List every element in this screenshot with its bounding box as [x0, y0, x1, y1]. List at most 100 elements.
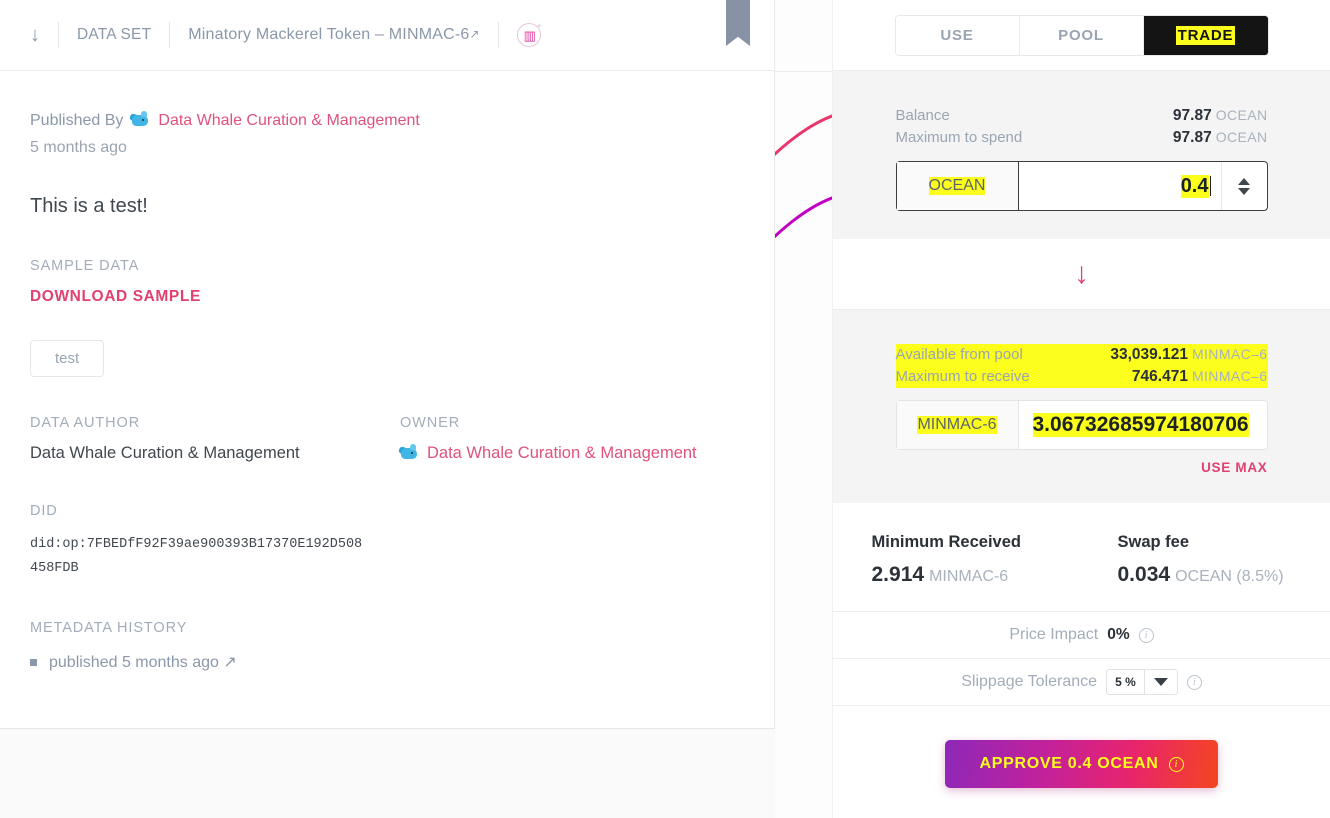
receive-inner: Available from pool 33,039.121 MINMAC–6 M…	[895, 344, 1268, 475]
max-spend-unit: OCEAN	[1215, 129, 1268, 145]
metadata-history-text: published 5 months ago ↗	[49, 654, 237, 672]
trade-tabs-wrap: USE POOL TRADE	[833, 0, 1330, 71]
stat-swap-fee-value: 0.034	[1117, 563, 1171, 586]
metadata-history-label: METADATA HISTORY	[30, 620, 188, 637]
available-from-pool-row: Available from pool 33,039.121 MINMAC–6	[895, 344, 1268, 366]
stat-minimum-received-value-group: 2.914 MINMAC-6	[872, 563, 1118, 587]
max-spend-value: 97.87	[1172, 129, 1212, 146]
max-spend-label: Maximum to spend	[895, 129, 1023, 146]
stat-swap-fee-unit: OCEAN (8.5%)	[1175, 568, 1284, 585]
receive-block: Available from pool 33,039.121 MINMAC–6 M…	[833, 310, 1330, 503]
balance-value: 97.87	[1172, 107, 1212, 124]
max-receive-unit: MINMAC–6	[1191, 368, 1268, 384]
price-impact-info-icon[interactable]: i	[1138, 627, 1154, 643]
metadata-history-item[interactable]: published 5 months ago ↗	[30, 652, 744, 672]
owner-col: OWNER Data Whale Curation & Management	[398, 415, 744, 463]
arrow-down-swap-icon[interactable]: ↓	[1074, 259, 1089, 289]
trade-tabs: USE POOL TRADE	[894, 14, 1269, 56]
breadcrumb-asset-name[interactable]: Minatory Mackerel Token – MINMAC-6↗	[170, 26, 498, 44]
decorative-waves	[775, 0, 833, 818]
published-by-row: Published By Data Whale Curation & Manag…	[30, 111, 744, 130]
price-impact-row: Price Impact 0% i	[833, 611, 1330, 658]
owner-label: OWNER	[400, 415, 461, 431]
published-by-label: Published By	[30, 111, 124, 129]
max-receive-row: Maximum to receive 746.471 MINMAC–6	[895, 366, 1268, 388]
stat-minimum-received: Minimum Received 2.914 MINMAC-6	[872, 533, 1118, 587]
stat-swap-fee-title: Swap fee	[1117, 533, 1190, 551]
tab-trade-label: TRADE	[1175, 25, 1236, 45]
stat-swap-fee: Swap fee 0.034 OCEAN (8.5%)	[1118, 533, 1284, 587]
token-badge-glyph: ▥	[523, 27, 536, 43]
stat-minimum-received-unit: MINMAC-6	[929, 568, 1009, 585]
price-impact-value: 0%	[1107, 626, 1130, 643]
spend-token-prefix: OCEAN	[896, 162, 1019, 210]
data-author-label: DATA AUTHOR	[30, 415, 141, 431]
approve-button-label: APPROVE 0.4 OCEAN	[979, 755, 1159, 772]
published-time-ago: 5 months ago	[30, 139, 127, 156]
max-receive-value: 746.471	[1131, 368, 1188, 385]
spend-amount-field[interactable]: OCEAN 0.4	[895, 161, 1268, 211]
receive-amount-field[interactable]: MINMAC-6 3.06732685974180706	[895, 400, 1268, 450]
tab-pool[interactable]: POOL	[1019, 15, 1144, 55]
whale-avatar-icon	[129, 111, 150, 130]
price-impact-label: Price Impact	[1009, 626, 1099, 643]
tab-trade[interactable]: TRADE	[1143, 15, 1268, 55]
max-spend-value-group: 97.87 OCEAN	[1173, 129, 1268, 147]
slippage-label: Slippage Tolerance	[961, 673, 1098, 690]
tag-test-button[interactable]: test	[30, 340, 105, 377]
text-caret	[1209, 176, 1211, 196]
balance-value-group: 97.87 OCEAN	[1173, 107, 1268, 125]
swap-direction-strip: ↓	[833, 239, 1330, 310]
balance-unit: OCEAN	[1215, 107, 1268, 123]
approve-info-icon[interactable]: i	[1168, 756, 1184, 772]
stepper-down-icon[interactable]	[1238, 187, 1250, 195]
trade-panel: USE POOL TRADE Balance 97.87 OCEAN Maximu…	[833, 0, 1330, 818]
available-from-pool-unit: MINMAC–6	[1191, 346, 1268, 362]
slippage-value: 5 %	[1107, 670, 1145, 694]
max-receive-label: Maximum to receive	[895, 368, 1030, 385]
wave-lines-icon	[775, 114, 832, 239]
approve-button[interactable]: APPROVE 0.4 OCEAN i	[945, 740, 1218, 788]
spend-inner: Balance 97.87 OCEAN Maximum to spend 97.8…	[895, 105, 1268, 211]
token-badge-icon: ▥ +	[516, 21, 542, 47]
whale-avatar-icon	[398, 444, 419, 463]
chevron-down-icon[interactable]	[1145, 670, 1177, 694]
use-max-button[interactable]: USE MAX	[896, 460, 1268, 475]
bullet-square-icon	[30, 658, 37, 666]
receive-amount-valuebox[interactable]: 3.06732685974180706	[1019, 401, 1267, 449]
data-author-col: DATA AUTHOR Data Whale Curation & Manage…	[30, 415, 400, 463]
app-root: ↓ DATA SET Minatory Mackerel Token – MIN…	[0, 0, 1330, 818]
arrow-down-icon[interactable]: ↓	[30, 25, 58, 45]
receive-amount-value: 3.06732685974180706	[1032, 413, 1249, 437]
stat-minimum-received-title: Minimum Received	[871, 533, 1021, 551]
add-token-button[interactable]: ▥ +	[499, 21, 559, 47]
download-sample-link[interactable]: DOWNLOAD SAMPLE	[30, 288, 201, 306]
asset-detail-card: ↓ DATA SET Minatory Mackerel Token – MIN…	[0, 0, 775, 729]
publisher-link[interactable]: Data Whale Curation & Management	[158, 112, 419, 130]
available-from-pool-label: Available from pool	[895, 346, 1023, 363]
asset-description: This is a test!	[30, 195, 148, 217]
breadcrumb-type[interactable]: DATA SET	[59, 26, 169, 44]
external-link-icon: ↗	[469, 27, 480, 41]
stat-swap-fee-value-group: 0.034 OCEAN (8.5%)	[1118, 563, 1284, 587]
trade-stats-inner: Minimum Received 2.914 MINMAC-6 Swap fee …	[872, 533, 1292, 587]
available-from-pool-value: 33,039.121	[1110, 346, 1188, 363]
max-receive-value-group: 746.471 MINMAC–6	[1132, 368, 1268, 386]
spend-amount-value: 0.4	[1180, 174, 1209, 198]
did-value: did:op:7FBEDfF92F39ae900393B17370E192D50…	[30, 537, 363, 576]
waves-top-divider	[775, 71, 832, 72]
slippage-info-icon[interactable]: i	[1186, 674, 1202, 690]
trade-stats: Minimum Received 2.914 MINMAC-6 Swap fee …	[833, 503, 1330, 611]
stepper-up-icon[interactable]	[1238, 177, 1250, 185]
receive-token-prefix-label: MINMAC-6	[917, 416, 997, 434]
tab-use[interactable]: USE	[895, 15, 1020, 55]
owner-link[interactable]: Data Whale Curation & Management	[427, 444, 697, 463]
available-from-pool-value-group: 33,039.121 MINMAC–6	[1110, 346, 1267, 364]
breadcrumb: ↓ DATA SET Minatory Mackerel Token – MIN…	[0, 0, 774, 71]
receive-token-prefix: MINMAC-6	[896, 401, 1019, 449]
balance-label: Balance	[895, 107, 950, 124]
cta-wrap: APPROVE 0.4 OCEAN i	[833, 705, 1330, 788]
spend-amount-stepper[interactable]	[1220, 162, 1267, 210]
spend-amount-valuebox[interactable]: 0.4	[1019, 162, 1221, 210]
slippage-select[interactable]: 5 %	[1106, 669, 1178, 695]
